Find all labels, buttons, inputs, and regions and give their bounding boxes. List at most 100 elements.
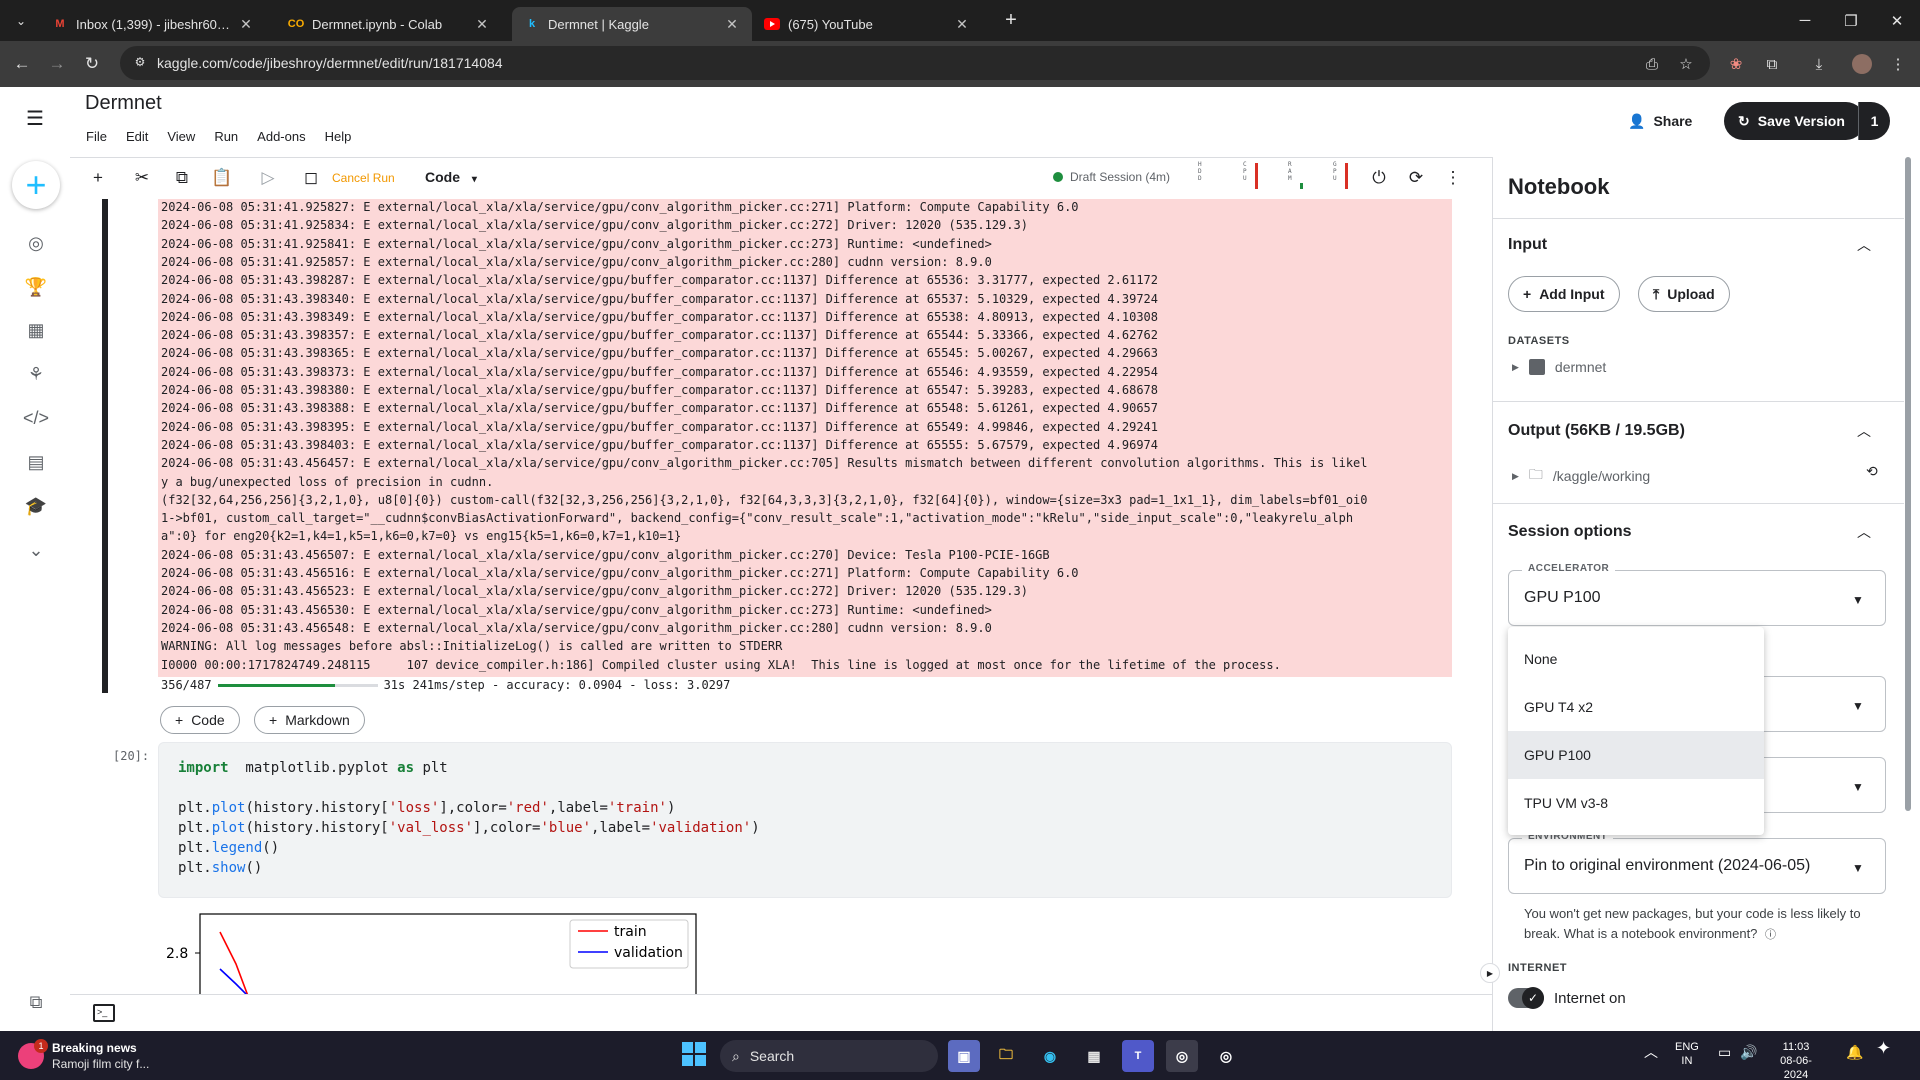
divider <box>1493 401 1904 402</box>
windows-start-icon[interactable] <box>682 1042 706 1066</box>
extensions-puzzle-icon[interactable]: ⧉ <box>1758 50 1786 78</box>
create-plus-icon[interactable]: + <box>12 161 60 209</box>
output-folder-working[interactable]: ▶ 🗀 /kaggle/working <box>1512 464 1650 488</box>
chevron-up-icon[interactable]: ︿ <box>1854 421 1874 441</box>
menu-edit[interactable]: Edit <box>126 129 148 144</box>
teams-icon[interactable]: T <box>1122 1040 1154 1072</box>
volume-icon[interactable]: 🔊 <box>1740 1045 1757 1059</box>
bookmark-star-icon[interactable]: ☆ <box>1672 50 1700 78</box>
learn-graduation-icon[interactable]: 🎓 <box>24 494 48 518</box>
back-icon[interactable]: ← <box>8 50 36 78</box>
run-play-icon[interactable]: ▷ <box>255 165 281 191</box>
taskbar-search[interactable]: ⌕ Search <box>720 1040 938 1072</box>
chrome-menu-icon[interactable]: ⋮ <box>1884 50 1912 78</box>
cell-type-select[interactable]: Code ▾ <box>425 169 477 185</box>
profile-avatar-icon[interactable] <box>1848 50 1876 78</box>
more-chevron-down-icon[interactable]: ⌄ <box>24 538 48 562</box>
restart-icon[interactable]: ⟳ <box>1403 165 1429 191</box>
code-line: plt.show() <box>178 860 262 876</box>
refresh-output-icon[interactable]: ⟲ <box>1866 463 1878 480</box>
code-brackets-icon[interactable]: </> <box>23 406 49 430</box>
copy-icon[interactable]: ⧉ <box>169 165 195 191</box>
install-app-icon[interactable]: ⎙ <box>1638 50 1666 78</box>
network-icon[interactable]: ▭ <box>1718 1045 1731 1059</box>
expand-panel-icon[interactable]: ▶ <box>1480 963 1500 983</box>
language-indicator[interactable]: ENG IN <box>1675 1040 1699 1068</box>
tray-chevron-up-icon[interactable]: ︿ <box>1644 1045 1658 1059</box>
share-button[interactable]: 👤 Share <box>1628 105 1692 137</box>
add-markdown-cell-button[interactable]: + Markdown <box>254 706 365 734</box>
stop-icon[interactable]: ◻ <box>298 165 324 191</box>
browser-tab-kaggle[interactable]: k Dermnet | Kaggle ✕ <box>512 7 752 41</box>
power-icon[interactable]: ⏻ <box>1366 165 1392 191</box>
menu-view[interactable]: View <box>167 129 195 144</box>
store-icon[interactable]: ▦ <box>1078 1040 1110 1072</box>
forward-icon[interactable]: → <box>43 50 71 78</box>
trophy-competitions-icon[interactable]: 🏆 <box>24 275 48 299</box>
gpu-meter-bar <box>1345 163 1348 189</box>
add-code-cell-button[interactable]: + Code <box>160 706 240 734</box>
menu-run[interactable]: Run <box>214 129 238 144</box>
cancel-run-button[interactable]: Cancel Run <box>332 171 395 185</box>
chevron-up-icon[interactable]: ︿ <box>1854 522 1874 542</box>
browser-tab-gmail[interactable]: M Inbox (1,399) - jibeshr60@gmai ✕ <box>40 7 266 41</box>
site-info-icon[interactable]: ⚙ <box>132 54 148 70</box>
compass-explore-icon[interactable]: ◎ <box>24 231 48 255</box>
accelerator-option-gpu-t4[interactable]: GPU T4 x2 <box>1508 683 1764 731</box>
draft-session-status[interactable]: Draft Session (4m) <box>1053 170 1170 184</box>
output-section-title[interactable]: Output (56KB / 19.5GB) <box>1508 422 1685 440</box>
window-close-icon[interactable]: ✕ <box>1874 0 1920 41</box>
info-icon[interactable]: ⓘ <box>1765 929 1776 941</box>
more-vert-icon[interactable]: ⋮ <box>1440 165 1466 191</box>
edge-icon[interactable]: ◉ <box>1034 1040 1066 1072</box>
file-explorer-icon[interactable]: 🗀 <box>990 1040 1022 1072</box>
close-icon[interactable]: ✕ <box>474 16 490 33</box>
chevron-up-icon[interactable]: ︿ <box>1854 235 1874 255</box>
clock[interactable]: 11:03 08-06-2024 <box>1768 1040 1824 1080</box>
your-work-icon[interactable]: ⧉ <box>24 990 48 1014</box>
tab-search-icon[interactable]: ⌄ <box>10 10 32 32</box>
session-options-title[interactable]: Session options <box>1508 523 1632 541</box>
internet-toggle[interactable]: ✓ <box>1508 987 1544 1009</box>
menu-file[interactable]: File <box>86 129 107 144</box>
new-tab-button[interactable]: + <box>998 8 1024 34</box>
add-input-button[interactable]: + Add Input <box>1508 276 1620 312</box>
upload-button[interactable]: ⤒ Upload <box>1638 276 1730 312</box>
save-version-button[interactable]: ↻ Save Version <box>1724 102 1865 140</box>
models-graph-icon[interactable]: ⚘ <box>24 362 48 386</box>
chrome-profile-icon[interactable]: ◎ <box>1210 1040 1242 1072</box>
browser-tab-youtube[interactable]: (675) YouTube ✕ <box>752 7 982 41</box>
cut-scissors-icon[interactable]: ✂ <box>129 165 155 191</box>
table-datasets-icon[interactable]: ▦ <box>24 318 48 342</box>
close-icon[interactable]: ✕ <box>724 16 740 33</box>
url-text[interactable]: kaggle.com/code/jibeshroy/dermnet/edit/r… <box>157 55 503 71</box>
menu-help[interactable]: Help <box>325 129 352 144</box>
notification-bell-icon[interactable]: 🔔 <box>1846 1045 1863 1059</box>
download-icon[interactable]: ⤓ <box>1805 50 1833 78</box>
accelerator-option-gpu-p100[interactable]: GPU P100 <box>1508 731 1764 779</box>
task-view-icon[interactable]: ▣ <box>948 1040 980 1072</box>
hamburger-menu-icon[interactable]: ☰ <box>24 108 46 130</box>
close-icon[interactable]: ✕ <box>238 16 254 33</box>
reload-icon[interactable]: ↻ <box>78 50 106 78</box>
chrome-icon[interactable]: ◎ <box>1166 1040 1198 1072</box>
extension-icon[interactable]: ❀ <box>1722 50 1750 78</box>
paste-clipboard-icon[interactable]: 📋 <box>209 165 235 191</box>
close-icon[interactable]: ✕ <box>954 16 970 33</box>
dataset-item-dermnet[interactable]: ▶ dermnet <box>1512 359 1606 375</box>
code-token: 'blue' <box>540 820 592 836</box>
discussion-icon[interactable]: ▤ <box>24 450 48 474</box>
browser-tab-colab[interactable]: CO Dermnet.ipynb - Colab ✕ <box>276 7 502 41</box>
input-section-title[interactable]: Input <box>1508 236 1547 254</box>
minimize-icon[interactable]: ─ <box>1782 0 1828 41</box>
restore-icon[interactable]: ❐ <box>1828 0 1874 41</box>
console-terminal-icon[interactable]: >_ <box>93 1004 115 1022</box>
accelerator-option-tpu[interactable]: TPU VM v3-8 <box>1508 779 1764 827</box>
copilot-icon[interactable]: ✦ <box>1876 1039 1891 1057</box>
add-cell-plus-icon[interactable]: + <box>85 165 111 191</box>
menu-add-ons[interactable]: Add-ons <box>257 129 305 144</box>
notebook-title[interactable]: Dermnet <box>85 92 162 115</box>
news-widget[interactable]: 1 Breaking news Ramoji film city f... <box>18 1039 149 1072</box>
accelerator-option-none[interactable]: None <box>1508 635 1764 683</box>
side-panel-scrollbar[interactable] <box>1905 157 1911 811</box>
